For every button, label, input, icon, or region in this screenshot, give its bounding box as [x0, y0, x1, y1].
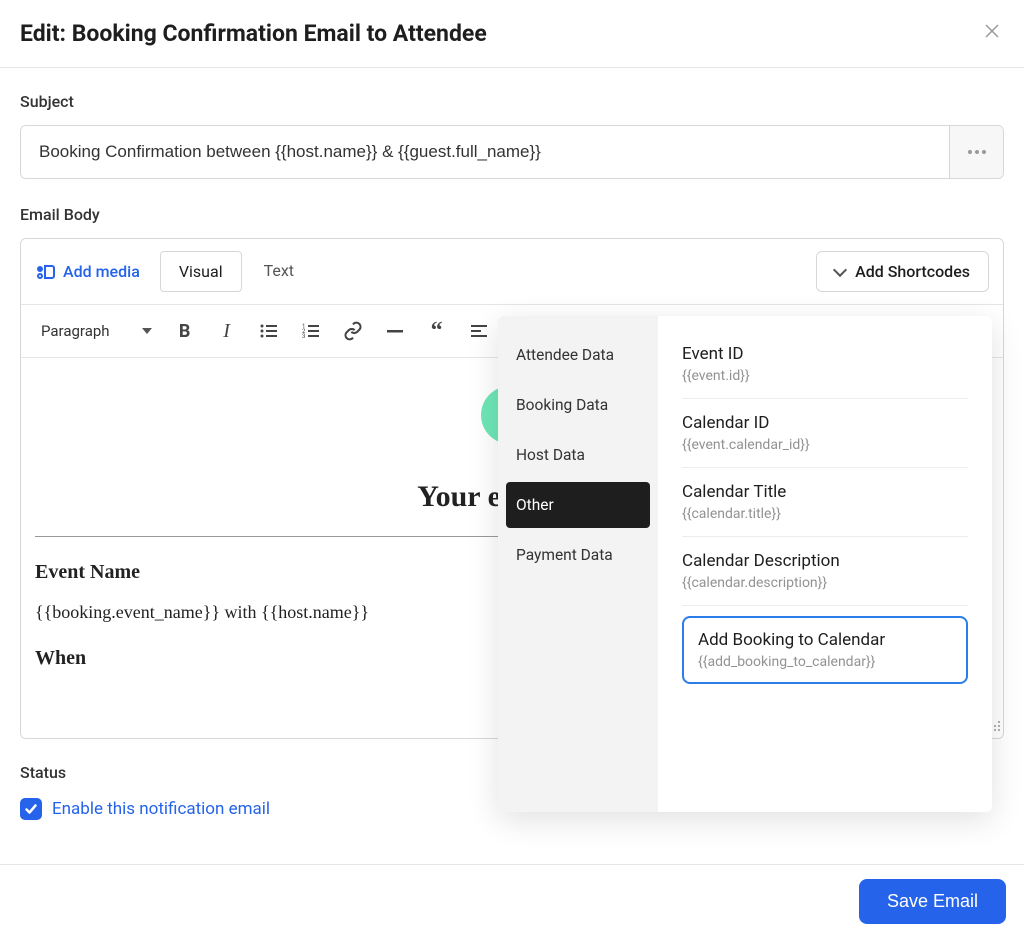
shortcode-item-calendar-description[interactable]: Calendar Description {{calendar.descript…: [682, 537, 968, 606]
tab-text[interactable]: Text: [246, 251, 312, 292]
shortcode-item-calendar-id[interactable]: Calendar ID {{event.calendar_id}}: [682, 399, 968, 468]
shortcode-item-title: Add Booking to Calendar: [698, 630, 952, 650]
italic-button[interactable]: I: [208, 313, 246, 349]
shortcode-items: Event ID {{event.id}} Calendar ID {{even…: [658, 316, 992, 812]
shortcode-item-title: Calendar Title: [682, 482, 968, 502]
shortcode-item-code: {{calendar.title}}: [682, 506, 968, 522]
shortcode-item-code: {{event.id}}: [682, 368, 968, 384]
close-icon[interactable]: [984, 23, 1000, 44]
shortcode-item-calendar-title[interactable]: Calendar Title {{calendar.title}}: [682, 468, 968, 537]
shortcode-category-booking[interactable]: Booking Data: [506, 382, 650, 428]
subject-label: Subject: [20, 92, 1004, 111]
add-media-label: Add media: [63, 262, 140, 281]
bold-button[interactable]: B: [166, 313, 204, 349]
subject-more-button[interactable]: [949, 126, 1003, 178]
shortcode-item-event-id[interactable]: Event ID {{event.id}}: [682, 330, 968, 399]
svg-text:3: 3: [302, 333, 305, 340]
dropdown-caret-icon: [142, 328, 152, 334]
format-select-label: Paragraph: [41, 322, 110, 340]
numbered-list-button[interactable]: 123: [292, 313, 330, 349]
bullet-list-button[interactable]: [250, 313, 288, 349]
add-media-button[interactable]: Add media: [35, 262, 140, 281]
more-icon: [968, 150, 986, 154]
quote-button[interactable]: “: [418, 313, 456, 349]
shortcode-item-code: {{add_booking_to_calendar}}: [698, 654, 952, 670]
shortcode-item-add-booking-to-calendar[interactable]: Add Booking to Calendar {{add_booking_to…: [682, 616, 968, 684]
shortcode-category-other[interactable]: Other: [506, 482, 650, 528]
modal-header: Edit: Booking Confirmation Email to Atte…: [0, 0, 1024, 68]
shortcode-item-code: {{event.calendar_id}}: [682, 437, 968, 453]
shortcode-category-attendee[interactable]: Attendee Data: [506, 332, 650, 378]
shortcode-categories: Attendee Data Booking Data Host Data Oth…: [498, 316, 658, 812]
body-label: Email Body: [20, 205, 1004, 224]
media-icon: [35, 263, 55, 281]
shortcode-category-payment[interactable]: Payment Data: [506, 532, 650, 578]
chevron-down-icon: [833, 263, 847, 277]
shortcodes-popover: Attendee Data Booking Data Host Data Oth…: [498, 316, 992, 812]
shortcode-category-host[interactable]: Host Data: [506, 432, 650, 478]
align-button[interactable]: [460, 313, 498, 349]
modal-title: Edit: Booking Confirmation Email to Atte…: [20, 20, 487, 47]
link-button[interactable]: [334, 313, 372, 349]
modal-footer: Save Email: [0, 864, 1024, 938]
shortcode-item-title: Event ID: [682, 344, 968, 364]
subject-input[interactable]: [21, 126, 949, 178]
add-shortcodes-label: Add Shortcodes: [855, 262, 970, 281]
add-shortcodes-button[interactable]: Add Shortcodes: [816, 251, 989, 292]
enable-notification-checkbox[interactable]: [20, 798, 42, 820]
shortcode-item-code: {{calendar.description}}: [682, 575, 968, 591]
editor-tabs: Visual Text: [160, 251, 312, 292]
subject-row: [20, 125, 1004, 179]
save-email-button[interactable]: Save Email: [859, 879, 1006, 924]
tab-visual[interactable]: Visual: [160, 251, 242, 292]
shortcode-item-title: Calendar ID: [682, 413, 968, 433]
editor-toolbar-top: Add media Visual Text Add Shortcodes: [21, 239, 1003, 305]
format-select[interactable]: Paragraph: [31, 316, 162, 346]
hr-button[interactable]: [376, 313, 414, 349]
enable-notification-label[interactable]: Enable this notification email: [52, 799, 270, 819]
shortcode-item-title: Calendar Description: [682, 551, 968, 571]
